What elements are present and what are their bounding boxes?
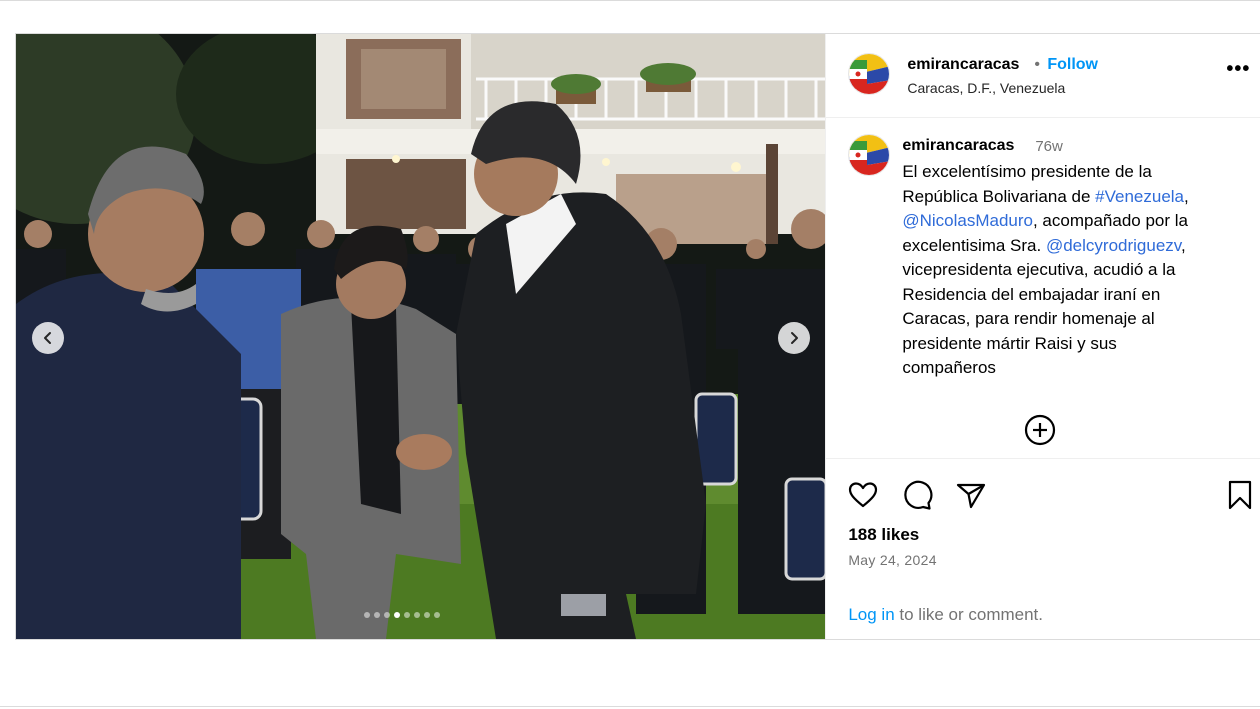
follow-button[interactable]: Follow [1047, 56, 1098, 74]
post-date[interactable]: May 24, 2024 [848, 552, 936, 568]
bottom-divider [0, 706, 1260, 707]
load-more-comments-button[interactable] [1023, 413, 1057, 447]
caption-segment: Residencia del embajadar iraní en [902, 284, 1161, 304]
avatar[interactable] [848, 53, 891, 95]
post-author-username[interactable]: emirancaracas [907, 56, 1019, 74]
caption-line: vicepresidenta ejecutiva, acudió a la [902, 258, 1247, 283]
chevron-left-icon [44, 332, 51, 344]
caption-line: excelentisima Sra. @delcyrodriguezv, [902, 234, 1247, 259]
carousel-indicator [364, 612, 440, 618]
carousel-dot [434, 612, 440, 618]
carousel-dot [394, 612, 400, 618]
carousel-dot [404, 612, 410, 618]
caption-segment: República Bolivariana de [902, 186, 1096, 206]
caption-username[interactable]: emirancaracas [902, 137, 1014, 155]
comment-bubble-icon [904, 480, 933, 510]
bookmark-icon [1229, 480, 1252, 510]
hashtag-link[interactable]: #Venezuela [1095, 187, 1184, 206]
carousel-dot [414, 612, 420, 618]
comment-button[interactable] [901, 479, 933, 516]
caption-segment: excelentisima Sra. [902, 235, 1046, 255]
caption-segment: , acompañado por la [1032, 211, 1188, 230]
caption-segment: Caracas, para rendir homenaje al [902, 309, 1155, 328]
caption-line: República Bolivariana de #Venezuela, [902, 185, 1247, 210]
post-media[interactable] [16, 34, 826, 639]
caption-segment: compañeros [902, 358, 996, 377]
caption-segment: presidente mártir Raisi y sus [902, 333, 1117, 353]
carousel-dot [374, 612, 380, 618]
caption-line: @NicolasMaduro, acompañado por la [902, 209, 1247, 234]
share-button[interactable] [955, 479, 987, 516]
save-button[interactable] [1224, 479, 1256, 516]
header-separator: • [1034, 56, 1040, 73]
chevron-right-icon [791, 332, 798, 344]
caption-line: compañeros [902, 356, 1247, 381]
carousel-next-button[interactable] [778, 322, 810, 354]
mention-link[interactable]: @delcyrodriguezv [1046, 236, 1181, 255]
mention-link[interactable]: @NicolasMaduro [902, 211, 1033, 230]
login-link[interactable]: Log in [848, 605, 894, 624]
caption-line: Caracas, para rendir homenaje al [902, 307, 1247, 332]
heart-icon [849, 482, 878, 508]
top-divider [0, 0, 1260, 1]
flag-avatar-icon [849, 135, 890, 175]
caption-line: presidente mártir Raisi y sus [902, 332, 1247, 357]
carousel-dot [424, 612, 430, 618]
post-header: emirancaracas • Follow Caracas, D.F., Ve… [826, 34, 1260, 118]
caption-segment: , [1181, 235, 1186, 255]
carousel-prev-button[interactable] [32, 322, 64, 354]
post-photo [16, 34, 826, 639]
likes-count[interactable]: 188 likes [848, 525, 919, 545]
caption-section: emirancaracas 76w El excelentísimo presi… [826, 119, 1260, 459]
caption-segment: , [1184, 186, 1189, 206]
post-card: emirancaracas • Follow Caracas, D.F., Ve… [15, 33, 1260, 640]
like-button[interactable] [847, 479, 879, 516]
post-actions: 188 likes May 24, 2024 Log in to like or… [826, 458, 1260, 639]
caption-timestamp[interactable]: 76w [1035, 138, 1063, 155]
carousel-dot [364, 612, 370, 618]
plus-circle-icon [1025, 414, 1056, 446]
login-prompt-text: to like or comment. [894, 605, 1043, 624]
paper-plane-icon [957, 483, 986, 509]
caption-text: El excelentísimo presidente de la Repúbli… [902, 160, 1247, 381]
carousel-dot [384, 612, 390, 618]
login-prompt: Log in to like or comment. [848, 605, 1043, 625]
post-location[interactable]: Caracas, D.F., Venezuela [907, 80, 1065, 96]
flag-avatar-icon [849, 54, 890, 94]
post-side-panel: emirancaracas • Follow Caracas, D.F., Ve… [825, 34, 1260, 639]
caption-line: Residencia del embajadar iraní en [902, 283, 1247, 308]
caption-avatar[interactable] [848, 134, 891, 176]
caption-segment: El excelentísimo presidente de la [902, 162, 1152, 181]
more-options-button[interactable]: ••• [1226, 58, 1250, 81]
caption-segment: vicepresidenta ejecutiva, acudió a la [902, 260, 1176, 279]
caption-line: El excelentísimo presidente de la [902, 160, 1247, 185]
